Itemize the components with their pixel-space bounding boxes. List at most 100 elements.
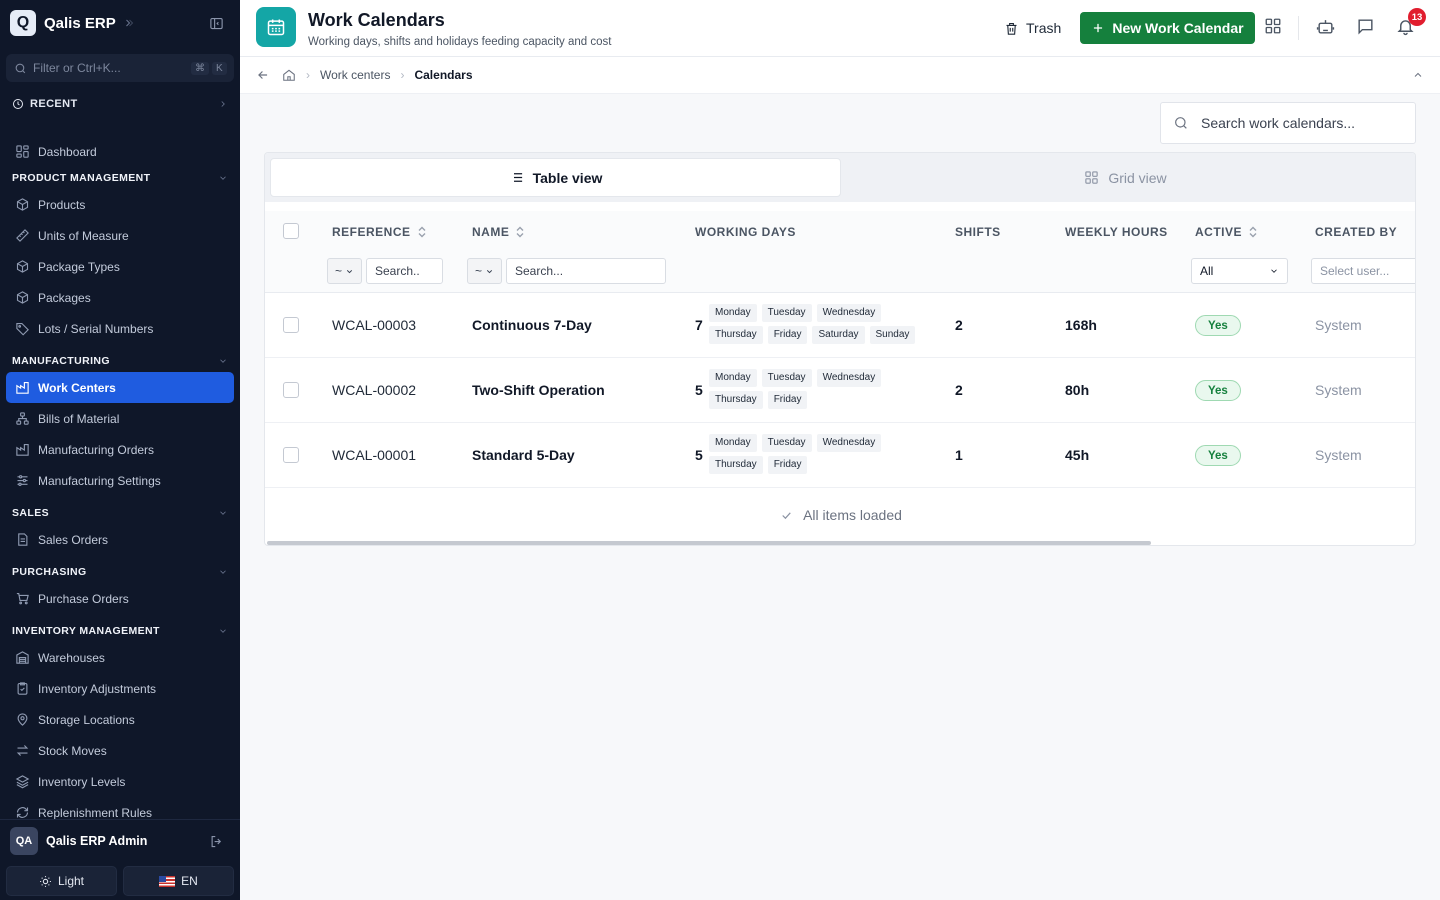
column-active[interactable]: ACTIVE: [1195, 225, 1258, 239]
sidebar-item-units-of-measure[interactable]: Units of Measure: [6, 220, 234, 251]
new-work-calendar-button[interactable]: New Work Calendar: [1080, 12, 1255, 44]
sidebar-item-purchase-orders[interactable]: Purchase Orders: [6, 583, 234, 614]
cell-name[interactable]: Two-Shift Operation: [472, 382, 605, 398]
arrows-left-right-icon: [15, 743, 30, 758]
sidebar-item-label: Units of Measure: [38, 228, 129, 243]
sidebar-item-inventory-levels[interactable]: Inventory Levels: [6, 766, 234, 797]
sidebar-item-package-types[interactable]: Package Types: [6, 251, 234, 282]
factory-icon: [15, 442, 30, 457]
chat-icon[interactable]: [1356, 17, 1375, 36]
search-work-calendars[interactable]: [1160, 102, 1416, 144]
document-icon: [15, 532, 30, 547]
sidebar-item-manufacturing-settings[interactable]: Manufacturing Settings: [6, 465, 234, 496]
user-profile[interactable]: QA Qalis ERP Admin: [0, 820, 240, 862]
app-logo[interactable]: Q: [10, 10, 36, 36]
us-flag-icon: [159, 875, 176, 887]
language-button[interactable]: EN: [123, 866, 234, 896]
day-chip: Monday: [709, 304, 757, 322]
active-filter-select[interactable]: All: [1191, 258, 1288, 284]
sidebar-item-label: Lots / Serial Numbers: [38, 321, 154, 336]
row-checkbox[interactable]: [283, 447, 299, 463]
sidebar-item-bills-of-material[interactable]: Bills of Material: [6, 403, 234, 434]
breadcrumb-work-centers[interactable]: Work centers: [320, 68, 390, 82]
table-row[interactable]: WCAL-00003 Continuous 7-Day 7 Monday Tue…: [265, 293, 1415, 358]
cell-name[interactable]: Continuous 7-Day: [472, 317, 592, 333]
column-reference[interactable]: REFERENCE: [332, 225, 427, 239]
tab-table-view[interactable]: Table view: [270, 158, 841, 197]
chevron-down-icon: [485, 267, 494, 276]
column-name[interactable]: NAME: [472, 225, 525, 239]
sort-icon[interactable]: [417, 226, 427, 238]
sidebar-item-products[interactable]: Products: [6, 189, 234, 220]
column-created-by: CREATED BY: [1315, 225, 1397, 239]
chevron-up-icon[interactable]: [1412, 69, 1424, 81]
sidebar-item-sales-orders[interactable]: Sales Orders: [6, 524, 234, 555]
table-row[interactable]: WCAL-00001 Standard 5-Day 5 Monday Tuesd…: [265, 423, 1415, 488]
sidebar-filter[interactable]: ⌘ K: [6, 54, 234, 82]
sidebar-item-stock-moves[interactable]: Stock Moves: [6, 735, 234, 766]
day-chip: Monday: [709, 434, 757, 452]
section-product-management[interactable]: PRODUCT MANAGEMENT: [0, 167, 240, 189]
sidebar-item-warehouses[interactable]: Warehouses: [6, 642, 234, 673]
sidebar-item-manufacturing-orders[interactable]: Manufacturing Orders: [6, 434, 234, 465]
name-filter-input[interactable]: [506, 258, 666, 284]
home-icon[interactable]: [282, 68, 296, 82]
search-input[interactable]: [1201, 115, 1403, 131]
sort-icon[interactable]: [515, 226, 525, 238]
sidebar-item-dashboard[interactable]: Dashboard: [6, 136, 234, 167]
table-row[interactable]: WCAL-00002 Two-Shift Operation 5 Monday …: [265, 358, 1415, 423]
day-chip: Friday: [767, 391, 808, 409]
day-chip: Thursday: [709, 391, 763, 409]
hierarchy-icon: [15, 411, 30, 426]
created-by-filter-select[interactable]: Select user...: [1311, 258, 1415, 284]
view-switcher: Table view Grid view: [265, 153, 1415, 202]
page-subtitle: Working days, shifts and holidays feedin…: [308, 36, 612, 48]
horizontal-scrollbar[interactable]: [267, 541, 1151, 545]
sidebar-item-packages[interactable]: Packages: [6, 282, 234, 313]
reference-filter-input[interactable]: [366, 258, 443, 284]
day-chip: Sunday: [869, 326, 916, 344]
chevron-right-icon[interactable]: [122, 17, 134, 29]
back-arrow-icon[interactable]: [256, 68, 270, 82]
row-checkbox[interactable]: [283, 382, 299, 398]
all-items-loaded: All items loaded: [265, 507, 1415, 523]
reference-filter-operator[interactable]: ~: [327, 258, 362, 284]
cell-reference[interactable]: WCAL-00001: [332, 447, 416, 463]
notification-count-badge: 13: [1408, 8, 1426, 26]
cell-name[interactable]: Standard 5-Day: [472, 447, 575, 463]
sidebar-item-label: Inventory Levels: [38, 774, 126, 789]
sidebar-item-label: Warehouses: [38, 650, 105, 665]
trash-button[interactable]: Trash: [1004, 15, 1061, 41]
sidebar-item-lots-serial-numbers[interactable]: Lots / Serial Numbers: [6, 313, 234, 344]
recent-toggle[interactable]: RECENT: [0, 93, 240, 115]
operator-symbol: ~: [334, 264, 342, 278]
name-filter-operator[interactable]: ~: [467, 258, 502, 284]
sidebar-item-inventory-adjustments[interactable]: Inventory Adjustments: [6, 673, 234, 704]
sidebar-item-replenishment-rules[interactable]: Replenishment Rules: [6, 797, 234, 819]
grid-icon: [1084, 170, 1099, 185]
sidebar-filter-input[interactable]: [33, 61, 188, 75]
cell-weekly-hours: 45h: [1065, 447, 1090, 463]
trash-icon: [1004, 21, 1019, 36]
check-icon: [780, 509, 793, 522]
row-checkbox[interactable]: [283, 317, 299, 333]
breadcrumb-separator: ›: [400, 68, 405, 82]
section-sales[interactable]: SALES: [0, 502, 240, 524]
cell-reference[interactable]: WCAL-00003: [332, 317, 416, 333]
sidebar-item-work-centers[interactable]: Work Centers: [6, 372, 234, 403]
select-all-checkbox[interactable]: [283, 223, 299, 239]
section-purchasing[interactable]: PURCHASING: [0, 561, 240, 583]
app-name[interactable]: Qalis ERP: [44, 15, 116, 32]
theme-toggle-button[interactable]: Light: [6, 866, 117, 896]
cell-reference[interactable]: WCAL-00002: [332, 382, 416, 398]
sort-icon[interactable]: [1248, 226, 1258, 238]
tab-grid-view[interactable]: Grid view: [841, 158, 1410, 197]
robot-icon[interactable]: [1316, 17, 1335, 36]
logout-icon[interactable]: [209, 834, 224, 849]
section-manufacturing[interactable]: MANUFACTURING: [0, 350, 240, 372]
apps-grid-icon[interactable]: [1264, 17, 1282, 35]
section-inventory-management[interactable]: INVENTORY MANAGEMENT: [0, 620, 240, 642]
calendar-icon: [256, 7, 296, 47]
sidebar-collapse-icon[interactable]: [209, 16, 224, 31]
sidebar-item-storage-locations[interactable]: Storage Locations: [6, 704, 234, 735]
